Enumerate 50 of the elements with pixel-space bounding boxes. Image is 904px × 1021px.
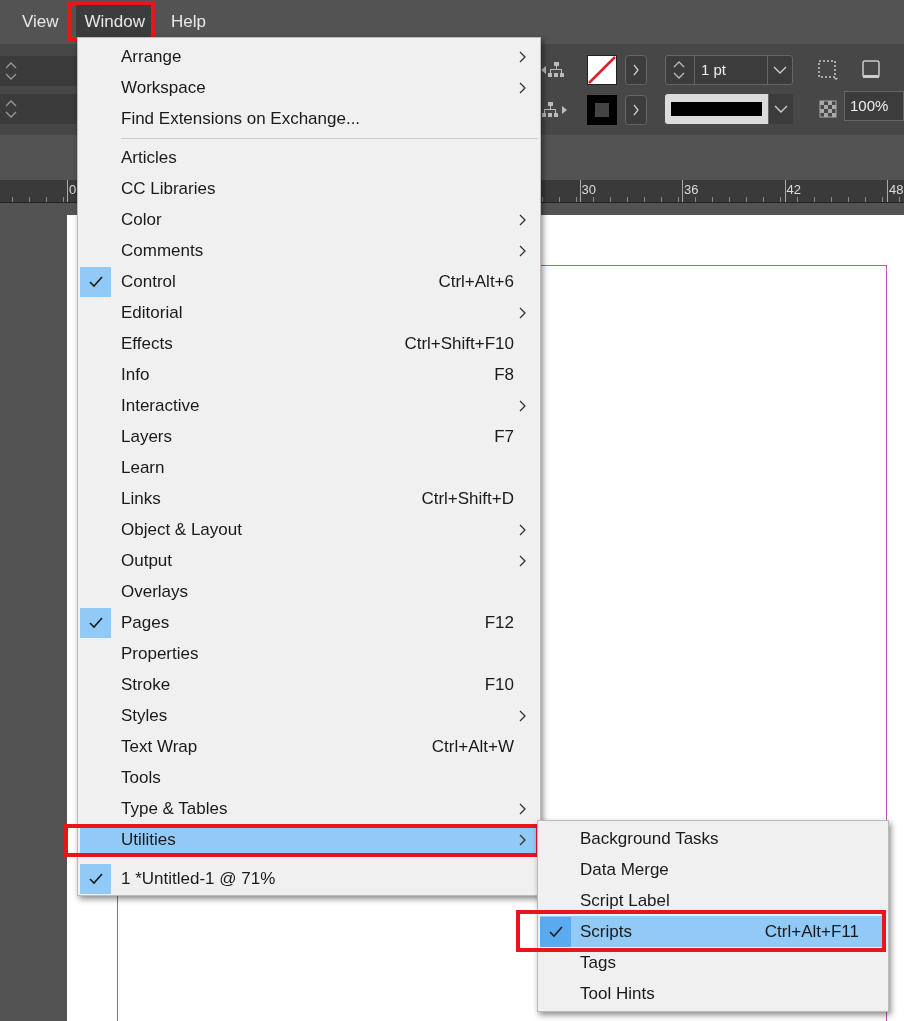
menu-item[interactable]: Find Extensions on Exchange... (80, 103, 538, 134)
stroke-weight-field[interactable]: 1 pt (665, 55, 793, 85)
menu-item[interactable]: Data Merge (540, 854, 886, 885)
opacity-icon[interactable] (817, 98, 839, 120)
menu-item[interactable]: Info F8 (80, 359, 538, 390)
menu-item[interactable]: Text Wrap Ctrl+Alt+W (80, 731, 538, 762)
menu-item[interactable]: 1 *Untitled-1 @ 71% (80, 863, 538, 894)
ruler-label: 48 (888, 182, 904, 197)
menu-item[interactable]: Color (80, 204, 538, 235)
ruler-label: 42 (785, 182, 801, 197)
menu-item[interactable]: Output (80, 545, 538, 576)
opacity-field[interactable]: 100% (844, 90, 904, 121)
menu-item[interactable]: Tags (540, 947, 886, 978)
menu-item[interactable]: Control Ctrl+Alt+6 (80, 266, 538, 297)
menu-item[interactable]: Overlays (80, 576, 538, 607)
menu-item[interactable]: Interactive (80, 390, 538, 421)
menu-item[interactable]: Styles (80, 700, 538, 731)
menu-bar-item[interactable]: View (13, 5, 68, 39)
menu-item[interactable]: Background Tasks (540, 823, 886, 854)
spinner-icon (672, 59, 686, 81)
chevron-right-icon[interactable] (625, 94, 647, 125)
menu-item[interactable]: Editorial (80, 297, 538, 328)
menu-item[interactable]: Pages F12 (80, 607, 538, 638)
menu-item[interactable]: Articles (80, 142, 538, 173)
menu-item[interactable]: Layers F7 (80, 421, 538, 452)
none-swatch[interactable] (587, 54, 617, 85)
fill-swatch[interactable] (587, 94, 617, 125)
line-style-dropdown[interactable] (665, 94, 793, 124)
menu-item[interactable]: Comments (80, 235, 538, 266)
menu-item[interactable]: Tool Hints (540, 978, 886, 1009)
chevron-right-icon[interactable] (625, 54, 647, 85)
menu-item[interactable]: Effects Ctrl+Shift+F10 (80, 328, 538, 359)
dropdown-icon (768, 94, 793, 124)
ruler-label: 36 (683, 182, 699, 197)
menu-item[interactable]: Arrange (80, 41, 538, 72)
menu-item[interactable]: Workspace (80, 72, 538, 103)
menu-item[interactable]: Type & Tables (80, 793, 538, 824)
menu-item[interactable]: Stroke F10 (80, 669, 538, 700)
menu-bar-item[interactable]: Help (162, 5, 215, 39)
menu-item[interactable]: Object & Layout (80, 514, 538, 545)
menu-item[interactable]: Properties (80, 638, 538, 669)
shadow-icon[interactable] (860, 58, 882, 81)
hierarchy-icon[interactable] (539, 99, 568, 120)
menu-item[interactable]: CC Libraries (80, 173, 538, 204)
menu-item[interactable]: Tools (80, 762, 538, 793)
frame-icon[interactable] (817, 59, 839, 81)
ruler-label: 30 (580, 182, 596, 197)
menu-item[interactable]: Links Ctrl+Shift+D (80, 483, 538, 514)
ruler-label: 0 (68, 182, 77, 197)
menu-item[interactable]: Learn (80, 452, 538, 483)
